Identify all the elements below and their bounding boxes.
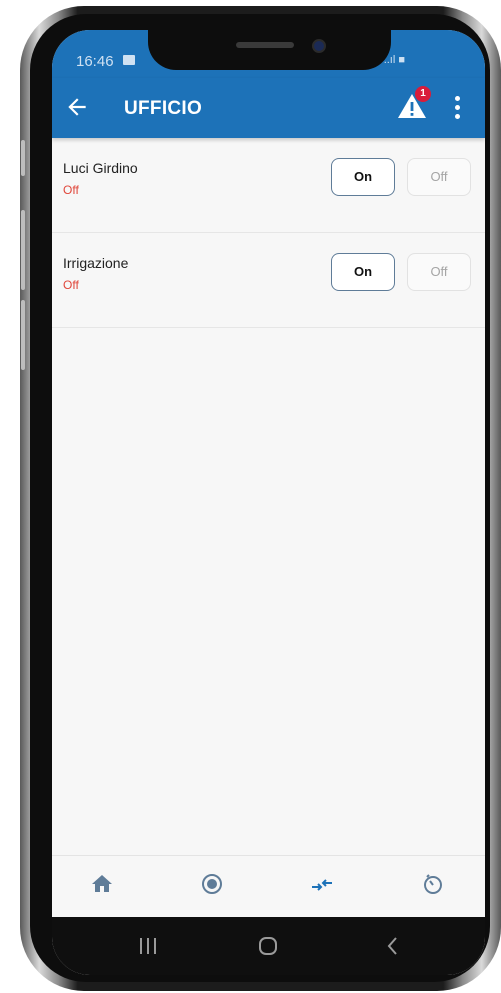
device-status: Off <box>63 183 79 197</box>
phone-screen: 16:46 ..ıl ■ UFFICIO 1 Luci Girdino Off … <box>52 30 485 975</box>
more-vert-icon[interactable] <box>455 96 461 120</box>
home-icon[interactable] <box>90 872 116 898</box>
back-nav-icon[interactable] <box>382 935 404 962</box>
image-notification-icon <box>123 55 135 65</box>
device-status: Off <box>63 278 79 292</box>
device-row: Irrigazione Off On Off <box>52 233 485 328</box>
recents-icon[interactable] <box>137 935 159 962</box>
device-row: Luci Girdino Off On Off <box>52 138 485 233</box>
system-navigation-bar <box>52 917 485 975</box>
bottom-navigation <box>52 855 485 918</box>
on-button[interactable]: On <box>331 253 395 291</box>
transfer-icon[interactable] <box>309 872 335 898</box>
home-button-icon[interactable] <box>257 935 279 962</box>
timer-icon[interactable] <box>421 872 447 898</box>
speaker-grille <box>236 42 294 48</box>
notch <box>148 30 391 70</box>
status-time: 16:46 <box>76 53 114 70</box>
page-title: UFFICIO <box>124 98 203 119</box>
on-button[interactable]: On <box>331 158 395 196</box>
off-button[interactable]: Off <box>407 253 471 291</box>
phone-side-button <box>21 210 25 290</box>
off-button[interactable]: Off <box>407 158 471 196</box>
phone-side-button <box>21 300 25 370</box>
front-camera <box>312 39 326 53</box>
back-arrow-icon[interactable] <box>64 94 90 120</box>
device-name: Irrigazione <box>63 255 129 271</box>
record-icon[interactable] <box>200 872 226 898</box>
device-name: Luci Girdino <box>63 160 138 176</box>
app-bar: UFFICIO 1 <box>52 78 485 138</box>
phone-side-button <box>21 140 25 176</box>
alert-count-badge: 1 <box>415 86 431 102</box>
